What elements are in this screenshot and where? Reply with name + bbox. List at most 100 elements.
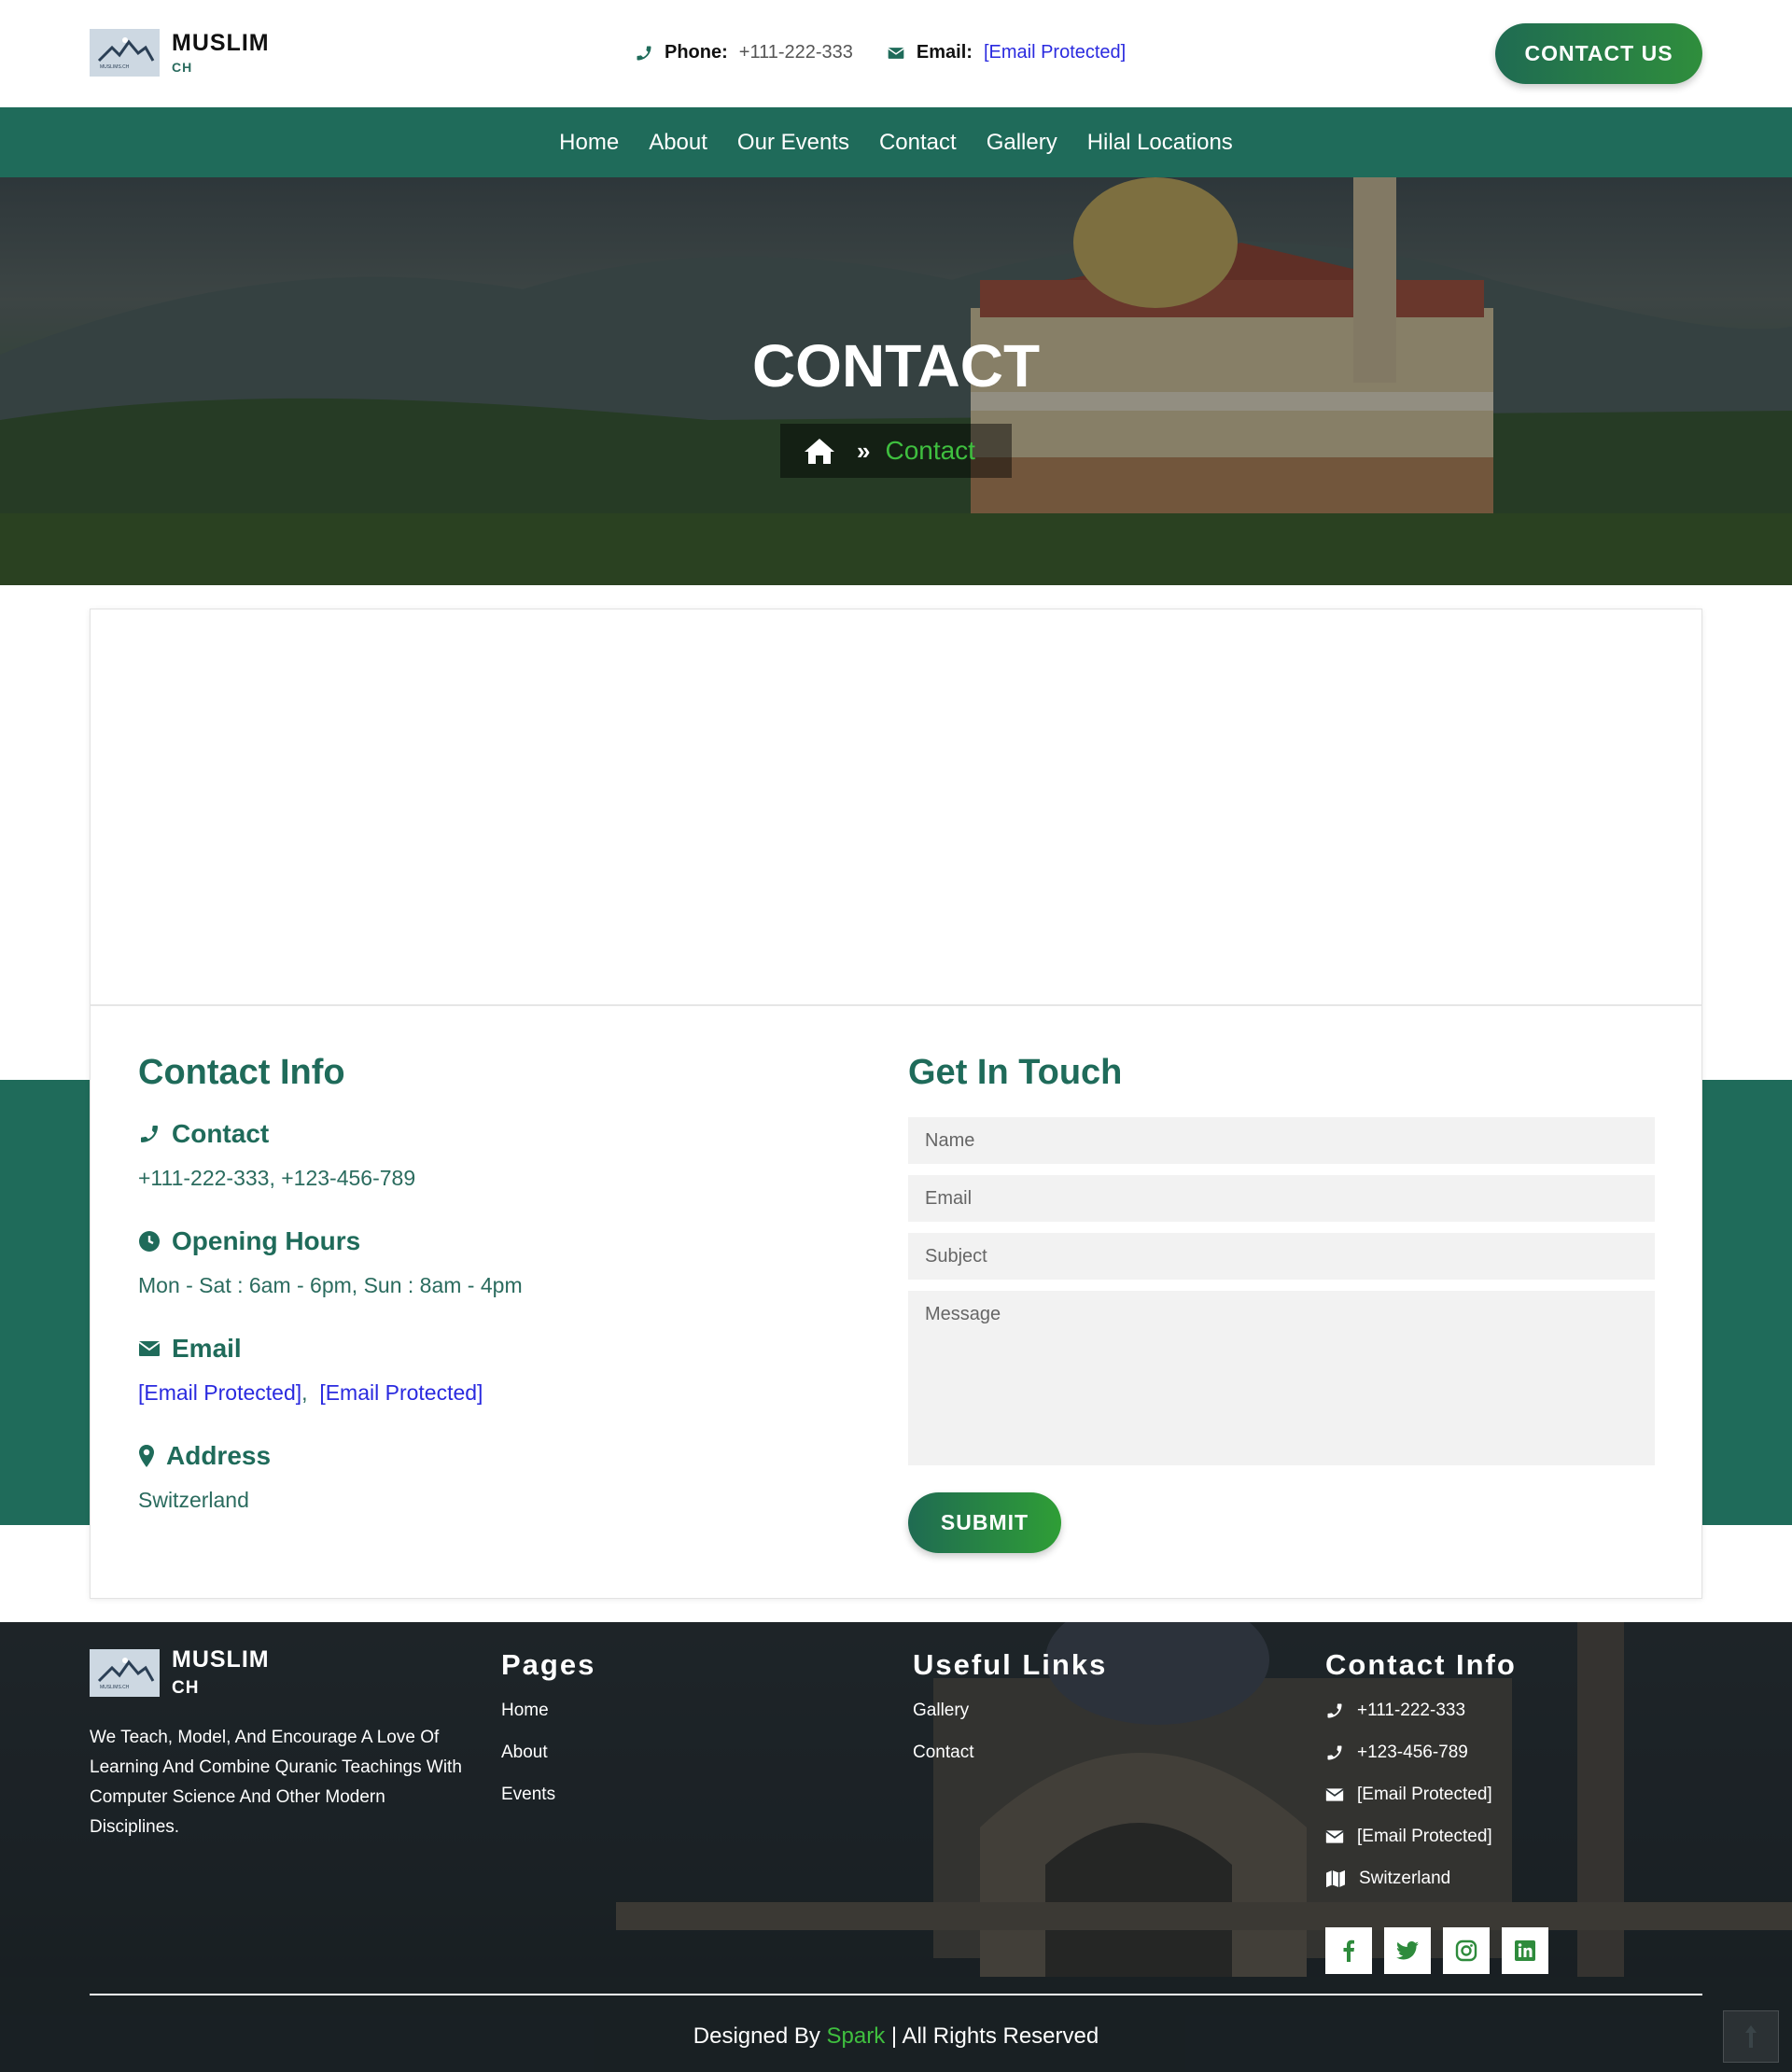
- home-icon[interactable]: [803, 436, 836, 466]
- phone-icon: [637, 46, 651, 60]
- footer-email-1[interactable]: [Email Protected]: [1325, 1785, 1561, 1827]
- twitter-icon[interactable]: [1384, 1927, 1431, 1974]
- nav-item-about[interactable]: About: [649, 130, 707, 156]
- footer-about-text: We Teach, Model, And Encourage A Love Of…: [90, 1728, 462, 1837]
- instagram-icon[interactable]: [1443, 1927, 1490, 1974]
- page-title: CONTACT: [751, 332, 1041, 399]
- linkedin-icon[interactable]: [1502, 1927, 1548, 1974]
- arrow-up-icon: [1745, 2025, 1757, 2048]
- envelope-icon: [138, 1341, 161, 1356]
- copyright: Designed By Spark | All Rights Reserved: [0, 2023, 1792, 2050]
- contact-heading: Contact: [172, 1119, 270, 1148]
- submit-button[interactable]: SUBMIT: [908, 1492, 1061, 1553]
- contact-phones: +111-222-333, +123-456-789: [138, 1166, 416, 1190]
- footer-phone-2[interactable]: +123-456-789: [1325, 1743, 1561, 1785]
- footer-link-gallery[interactable]: Gallery: [913, 1701, 1107, 1743]
- email-separator: ,: [301, 1380, 320, 1405]
- email-link-2[interactable]: [Email Protected]: [319, 1380, 483, 1405]
- footer-location: Switzerland: [1325, 1869, 1561, 1911]
- message-field[interactable]: Message: [908, 1291, 1655, 1465]
- envelope-icon: [1325, 1788, 1344, 1801]
- top-header: MUSLIMS.CH MUSLIM CH Phone: +111-222-333…: [0, 0, 1792, 107]
- footer-link-events[interactable]: Events: [501, 1785, 595, 1827]
- header-email: Email: [Email Protected]: [887, 42, 1126, 63]
- breadcrumb-current: Contact: [885, 436, 975, 465]
- social-links: [1325, 1927, 1561, 1974]
- envelope-icon: [888, 47, 904, 59]
- footer-email-1-text: [Email Protected]: [1357, 1785, 1492, 1804]
- footer-contact-column: Contact Info +111-222-333 +123-456-789 […: [1325, 1648, 1561, 1974]
- opening-hours-text: Mon - Sat : 6am - 6pm, Sun : 8am - 4pm: [138, 1273, 523, 1297]
- phone-value[interactable]: +111-222-333: [739, 42, 853, 63]
- email-label: Email:: [916, 42, 973, 63]
- footer-logo-title: MUSLIM: [172, 1646, 270, 1673]
- breadcrumb: » Contact: [780, 424, 1012, 478]
- contact-us-button[interactable]: CONTACT US: [1495, 23, 1702, 84]
- phone-label: Phone:: [665, 42, 728, 63]
- logo-title: MUSLIM: [172, 30, 270, 56]
- nav-item-home[interactable]: Home: [559, 130, 619, 156]
- name-field[interactable]: Name: [908, 1117, 1655, 1164]
- envelope-icon: [1325, 1830, 1344, 1843]
- phone-icon: [1327, 1703, 1342, 1718]
- address-block: Address Switzerland: [138, 1441, 791, 1513]
- phone-icon: [141, 1126, 158, 1142]
- email-block: Email [Email Protected], [Email Protecte…: [138, 1334, 791, 1406]
- scroll-to-top-button[interactable]: [1723, 2010, 1779, 2063]
- email-field[interactable]: Email: [908, 1175, 1655, 1222]
- nav-item-contact[interactable]: Contact: [879, 130, 957, 156]
- map-embed[interactable]: [91, 609, 1701, 1006]
- header-phone: Phone: +111-222-333: [635, 42, 853, 63]
- address-text: Switzerland: [138, 1488, 249, 1512]
- header-contacts: Phone: +111-222-333 Email: [Email Protec…: [635, 42, 1159, 63]
- main-nav: Home About Our Events Contact Gallery Hi…: [0, 107, 1792, 177]
- opening-hours-heading: Opening Hours: [172, 1226, 361, 1255]
- footer-link-about[interactable]: About: [501, 1743, 595, 1785]
- email-link-1[interactable]: [Email Protected]: [138, 1380, 301, 1405]
- logo-subtitle: CH: [172, 60, 193, 75]
- footer-links-column: Useful Links Gallery Contact: [913, 1648, 1107, 1785]
- nav-item-events[interactable]: Our Events: [737, 130, 849, 156]
- site-logo[interactable]: MUSLIMS.CH MUSLIM CH: [90, 29, 270, 77]
- footer-link-home[interactable]: Home: [501, 1701, 595, 1743]
- footer-phone-1[interactable]: +111-222-333: [1325, 1701, 1561, 1743]
- map-pin-icon: [139, 1445, 154, 1467]
- contact-info-title: Contact Info: [138, 1053, 345, 1092]
- email-addresses: [Email Protected], [Email Protected]: [138, 1380, 791, 1406]
- subject-field[interactable]: Subject: [908, 1233, 1655, 1280]
- footer-contact-title: Contact Info: [1325, 1648, 1517, 1681]
- clock-icon: [139, 1231, 160, 1252]
- breadcrumb-separator: »: [857, 436, 871, 465]
- opening-hours-block: Opening Hours Mon - Sat : 6am - 6pm, Sun…: [138, 1226, 791, 1298]
- footer-location-text: Switzerland: [1359, 1869, 1451, 1888]
- footer-email-2-text: [Email Protected]: [1357, 1827, 1492, 1846]
- facebook-icon[interactable]: [1325, 1927, 1372, 1974]
- footer-links-title: Useful Links: [913, 1648, 1108, 1681]
- footer-logo[interactable]: MUSLIMS.CH MUSLIM CH: [90, 1648, 463, 1697]
- footer: MUSLIMS.CH MUSLIM CH We Teach, Model, An…: [0, 1622, 1792, 2072]
- copyright-brand-link[interactable]: Spark: [827, 2023, 886, 2049]
- contact-phone-block: Contact +111-222-333, +123-456-789: [138, 1119, 791, 1191]
- footer-email-2[interactable]: [Email Protected]: [1325, 1827, 1561, 1869]
- footer-logo-caption: MUSLIMS.CH: [100, 1684, 130, 1690]
- phone-icon: [1327, 1745, 1342, 1760]
- contact-form: Get In Touch Name Email Subject Message …: [908, 1053, 1655, 1553]
- nav-item-gallery[interactable]: Gallery: [987, 130, 1057, 156]
- map-icon: [1326, 1869, 1345, 1888]
- footer-divider: [90, 1994, 1702, 1995]
- footer-pages-title: Pages: [501, 1648, 596, 1681]
- email-link[interactable]: [Email Protected]: [984, 42, 1126, 63]
- nav-item-hilal-locations[interactable]: Hilal Locations: [1087, 130, 1233, 156]
- footer-phone-2-text: +123-456-789: [1357, 1743, 1468, 1762]
- footer-link-contact[interactable]: Contact: [913, 1743, 1107, 1785]
- logo-caption: MUSLIMS.CH: [100, 64, 130, 70]
- contact-card: Contact Info Contact +111-222-333, +123-…: [90, 609, 1702, 1599]
- address-heading: Address: [166, 1441, 272, 1470]
- footer-about-column: MUSLIMS.CH MUSLIM CH We Teach, Model, An…: [90, 1648, 463, 1842]
- email-heading: Email: [172, 1334, 242, 1363]
- footer-logo-subtitle: CH: [172, 1678, 200, 1698]
- footer-phone-1-text: +111-222-333: [1357, 1701, 1466, 1720]
- logo-image: MUSLIMS.CH: [90, 29, 160, 77]
- copyright-suffix: | All Rights Reserved: [885, 2023, 1099, 2049]
- contact-info-column: Contact Info Contact +111-222-333, +123-…: [138, 1053, 791, 1513]
